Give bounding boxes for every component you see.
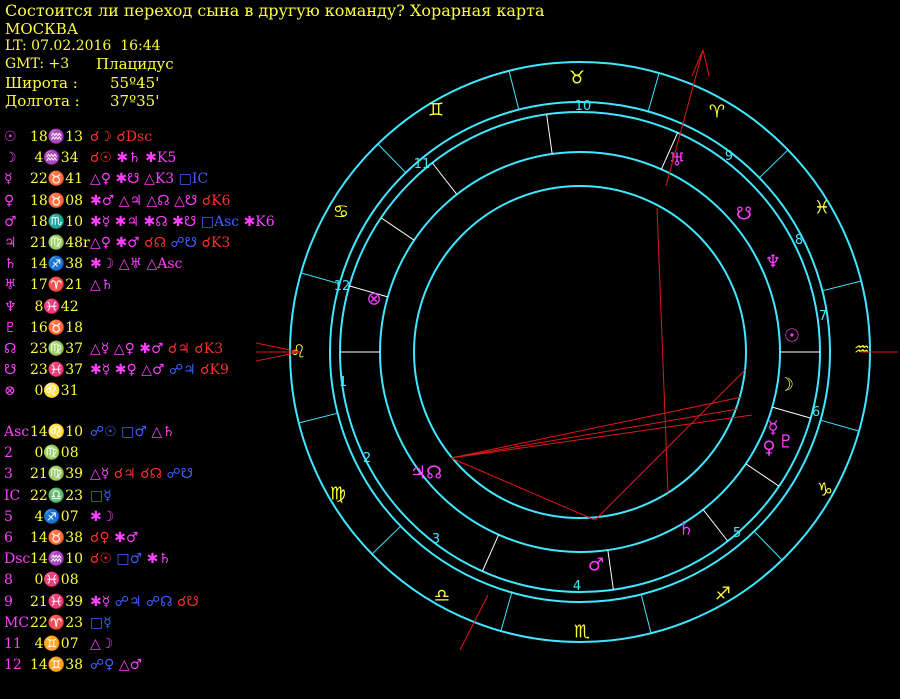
sign-boundary [822, 280, 862, 292]
house-number: 4 [573, 579, 581, 594]
fortune-glyph: ⊗ [366, 289, 381, 310]
mars-glyph: ♂ [588, 555, 604, 576]
saturn-glyph: ♄ [678, 519, 694, 540]
zodiac-inner-ring [329, 101, 831, 603]
house-cusp [702, 509, 729, 542]
center-circle [413, 185, 747, 519]
sign-boundary [377, 143, 407, 174]
house-cusp [772, 406, 811, 419]
sign-boundary [298, 412, 338, 424]
aspect-line [656, 207, 669, 494]
capricorn-sign: ♑ [817, 480, 833, 501]
aspect-line [450, 414, 753, 459]
scorpio-sign: ♏ [574, 622, 590, 643]
virgo-sign: ♍ [330, 484, 346, 505]
house-cusp [380, 217, 415, 241]
sign-boundary [508, 70, 520, 110]
gemini-sign: ♊ [428, 100, 444, 121]
neptune-glyph: ♆ [765, 252, 781, 273]
moon-glyph: ☽ [778, 375, 794, 396]
cancer-sign: ♋ [333, 202, 349, 223]
house-cusp [745, 463, 780, 487]
house-number: 8 [795, 233, 803, 248]
sun-glyph: ☉ [784, 326, 800, 347]
house-inner-ring [379, 151, 781, 553]
house-number: 3 [432, 532, 440, 547]
sign-boundary [371, 525, 402, 555]
sign-boundary [500, 592, 513, 632]
sign-boundary [820, 419, 860, 432]
ic-axis-line [459, 594, 489, 651]
mc-arrow [691, 48, 710, 77]
house-number: 11 [414, 157, 431, 172]
aspect-line [450, 408, 739, 459]
house-outer-ring [339, 111, 821, 593]
house-cusp [607, 549, 614, 590]
house-number: 1 [339, 375, 347, 390]
house-cusp [481, 534, 500, 572]
sign-boundary [758, 149, 789, 179]
house-cusp [431, 162, 458, 195]
libra-sign: ♎ [434, 586, 450, 607]
aquarius-sign: ♒ [854, 340, 870, 361]
pluto-glyph: ♇ [778, 432, 794, 453]
sign-boundary [640, 594, 652, 634]
sign-boundary [647, 72, 660, 112]
aspect-line [450, 396, 743, 459]
house-number: 7 [819, 309, 827, 324]
house-number: 12 [334, 279, 351, 294]
horary-chart-wheel: 123456789101112♉♈♓♒♑♐♏♎♍♌♋♊♅☋♆☉☽☿♀ ♇♄♂♃☊⊗ [255, 48, 898, 651]
south-node-glyph: ☋ [736, 204, 752, 225]
pisces-sign: ♓ [814, 198, 830, 219]
aries-sign: ♈ [709, 102, 725, 123]
house-number: 10 [575, 99, 592, 114]
house-number: 2 [363, 451, 371, 466]
aspect-line [450, 457, 596, 521]
mercury-glyph: ☿ [767, 418, 778, 439]
jupiter-node-glyph: ♃☊ [410, 463, 442, 484]
venus-glyph: ♀ [762, 438, 775, 459]
taurus-sign: ♉ [569, 68, 585, 89]
house-number: 9 [725, 149, 733, 164]
house-cusp [546, 114, 553, 155]
house-number: 5 [733, 526, 741, 541]
sagittarius-sign: ♐ [715, 584, 731, 605]
sign-boundary [753, 530, 783, 561]
house-number: 6 [812, 405, 820, 420]
aspect-line [594, 369, 746, 521]
